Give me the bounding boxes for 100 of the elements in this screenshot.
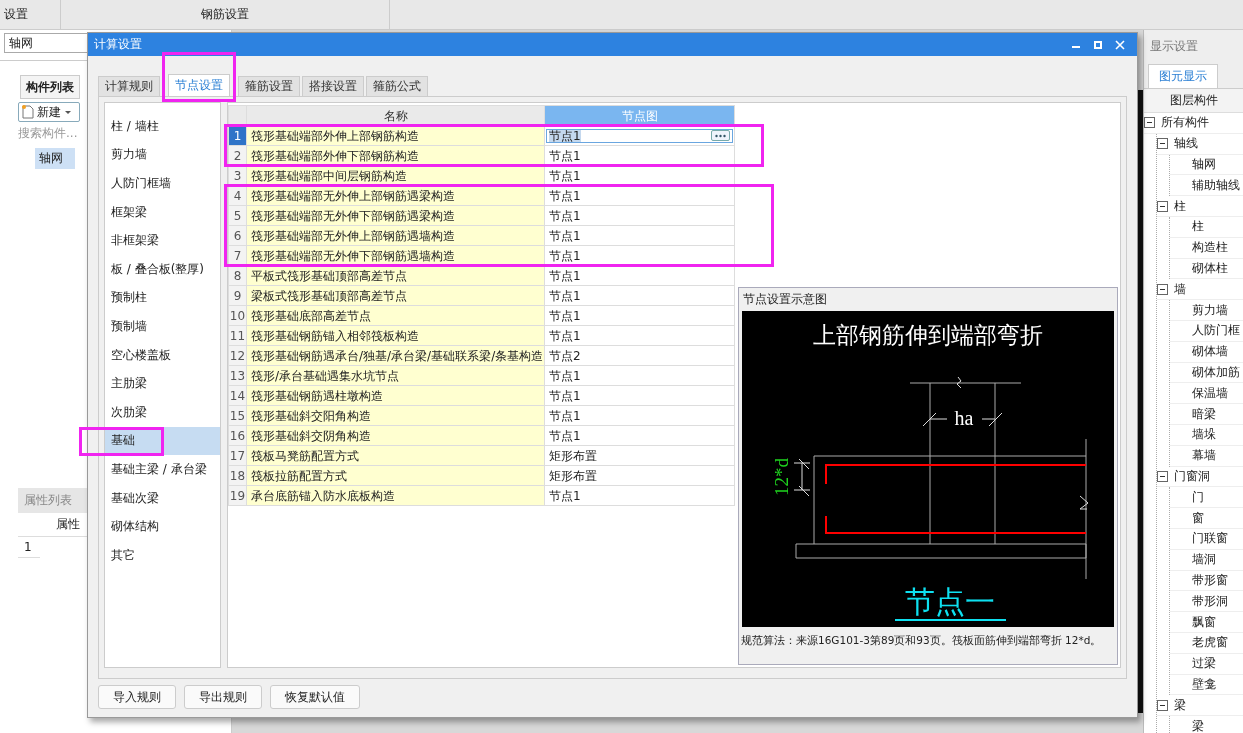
category-item[interactable]: 基础主梁 / 承台梁	[105, 455, 220, 484]
tree-item[interactable]: 柱	[1174, 197, 1186, 215]
row-number: 11	[228, 325, 247, 346]
tree-item[interactable]: 门联窗	[1192, 530, 1228, 548]
new-button[interactable]: 新建	[18, 102, 80, 122]
tree-item[interactable]: 墙垛	[1192, 426, 1216, 444]
category-item[interactable]: 主肋梁	[105, 369, 220, 398]
category-item[interactable]: 预制墙	[105, 312, 220, 341]
table-cell: 节点1	[544, 485, 735, 506]
column-header: 名称	[246, 105, 545, 126]
row-number: 10	[228, 305, 247, 326]
collapse-icon[interactable]	[1157, 283, 1168, 295]
tree-item[interactable]: 保温墙	[1192, 384, 1228, 402]
row-number: 1	[18, 537, 40, 558]
tree-item[interactable]: 砌体墙	[1192, 343, 1228, 361]
tree-item[interactable]: 砌体柱	[1192, 259, 1228, 277]
category-item[interactable]: 非框架梁	[105, 226, 220, 255]
module-tab[interactable]: 钢筋设置	[61, 0, 390, 29]
dimension-label: ha	[954, 407, 974, 429]
column-header: 节点图	[544, 105, 735, 126]
category-item[interactable]: 预制柱	[105, 283, 220, 313]
category-item[interactable]: 剪力墙	[105, 140, 220, 170]
tree-item[interactable]: 所有构件	[1161, 114, 1209, 132]
tree-item[interactable]: 老虎窗	[1192, 634, 1228, 652]
table-cell: 节点1	[544, 325, 735, 346]
panel-tab[interactable]: 图元显示	[1148, 64, 1218, 88]
tree-item[interactable]: 暗梁	[1192, 405, 1216, 423]
collapse-icon[interactable]	[1157, 200, 1168, 212]
table-cell: 节点1	[544, 425, 735, 446]
settings-tab[interactable]: 节点设置	[168, 74, 230, 96]
table-cell: 节点1	[544, 385, 735, 406]
tree-item[interactable]: 柱	[1192, 218, 1204, 236]
settings-tab[interactable]: 搭接设置	[302, 76, 364, 96]
tree-item[interactable]: 门窗洞	[1174, 467, 1210, 485]
row-number: 1	[228, 125, 247, 146]
action-button[interactable]: 恢复默认值	[270, 685, 360, 709]
collapse-icon[interactable]	[1157, 138, 1168, 150]
tree-item[interactable]: 轴网	[1192, 156, 1216, 173]
module-tab[interactable]: 设置	[0, 0, 61, 29]
tree-item[interactable]: 墙洞	[1192, 551, 1216, 569]
row-number: 18	[228, 465, 247, 486]
row-number: 9	[228, 285, 247, 306]
node-field[interactable]: 节点1	[546, 128, 733, 143]
row-number: 6	[228, 225, 247, 246]
row-number: 13	[228, 365, 247, 386]
tree-item[interactable]: 带形窗	[1192, 571, 1228, 589]
collapse-icon[interactable]	[1144, 117, 1155, 129]
dimension-label: 12*d	[771, 458, 792, 496]
tree-item[interactable]: 带形洞	[1192, 592, 1228, 610]
category-item[interactable]: 柱 / 墙柱	[105, 112, 220, 141]
row-number: 14	[228, 385, 247, 406]
collapse-icon[interactable]	[1157, 470, 1168, 482]
more-icon[interactable]	[711, 130, 730, 141]
table-cell: 节点1	[544, 265, 735, 286]
tree-item[interactable]: 梁	[1174, 696, 1186, 714]
tree-item[interactable]: 飘窗	[1192, 613, 1216, 631]
search-field[interactable]: 搜索构件...	[18, 126, 88, 140]
tree-item[interactable]: 人防门框	[1192, 322, 1240, 340]
settings-tab[interactable]: 箍筋公式	[366, 76, 428, 96]
row-number: 8	[228, 265, 247, 286]
category-item[interactable]: 其它	[105, 540, 220, 570]
collapse-icon[interactable]	[1157, 699, 1168, 711]
tree-item[interactable]: 构造柱	[1192, 239, 1228, 257]
table-cell: 节点1	[544, 405, 735, 426]
table-cell: 节点1	[544, 205, 735, 226]
action-button[interactable]: 导入规则	[98, 685, 176, 709]
tree-item[interactable]: 梁	[1192, 717, 1204, 733]
settings-tab[interactable]: 箍筋设置	[238, 76, 300, 96]
row-number: 3	[228, 165, 247, 186]
list-item[interactable]: 轴网	[35, 148, 75, 169]
row-number: 4	[228, 185, 247, 206]
settings-tab[interactable]: 计算规则	[98, 76, 160, 96]
category-item[interactable]: 次肋梁	[105, 397, 220, 427]
tree-item[interactable]: 砌体加筋	[1192, 363, 1240, 381]
row-number: 17	[228, 445, 247, 466]
panel-tab[interactable]: 构件列表	[20, 75, 80, 99]
category-item[interactable]: 基础	[105, 426, 220, 456]
row-number: 19	[228, 485, 247, 506]
tree-item[interactable]: 剪力墙	[1192, 301, 1228, 319]
note-text: 规范算法：来源16G101-3第89页和93页。筏板面筋伸到端部弯折 12*d。	[740, 633, 1103, 648]
category-item[interactable]: 板 / 叠合板(整厚)	[105, 254, 220, 284]
table-cell: 矩形布置	[544, 445, 735, 466]
column-header: 图层构件	[1144, 89, 1243, 113]
tree-item[interactable]: 墙	[1174, 280, 1186, 298]
row-number: 7	[228, 245, 247, 266]
category-item[interactable]: 人防门框墙	[105, 169, 220, 198]
tree-item[interactable]: 辅助轴线	[1192, 176, 1240, 194]
tree-item[interactable]: 过梁	[1192, 655, 1216, 673]
tree-item[interactable]: 幕墙	[1192, 447, 1216, 465]
tree-item[interactable]: 轴线	[1174, 135, 1198, 153]
tree-item[interactable]: 壁龛	[1192, 675, 1216, 693]
column-header: 属性	[56, 516, 80, 533]
category-item[interactable]: 空心楼盖板	[105, 340, 220, 370]
diagram-title: 上部钢筋伸到端部弯折	[813, 322, 1043, 348]
table-cell: 矩形布置	[544, 465, 735, 486]
tree-item[interactable]: 窗	[1192, 509, 1204, 527]
action-button[interactable]: 导出规则	[184, 685, 262, 709]
category-item[interactable]: 砌体结构	[105, 512, 220, 541]
tree-item[interactable]: 门	[1192, 488, 1204, 506]
category-item[interactable]: 框架梁	[105, 197, 220, 227]
